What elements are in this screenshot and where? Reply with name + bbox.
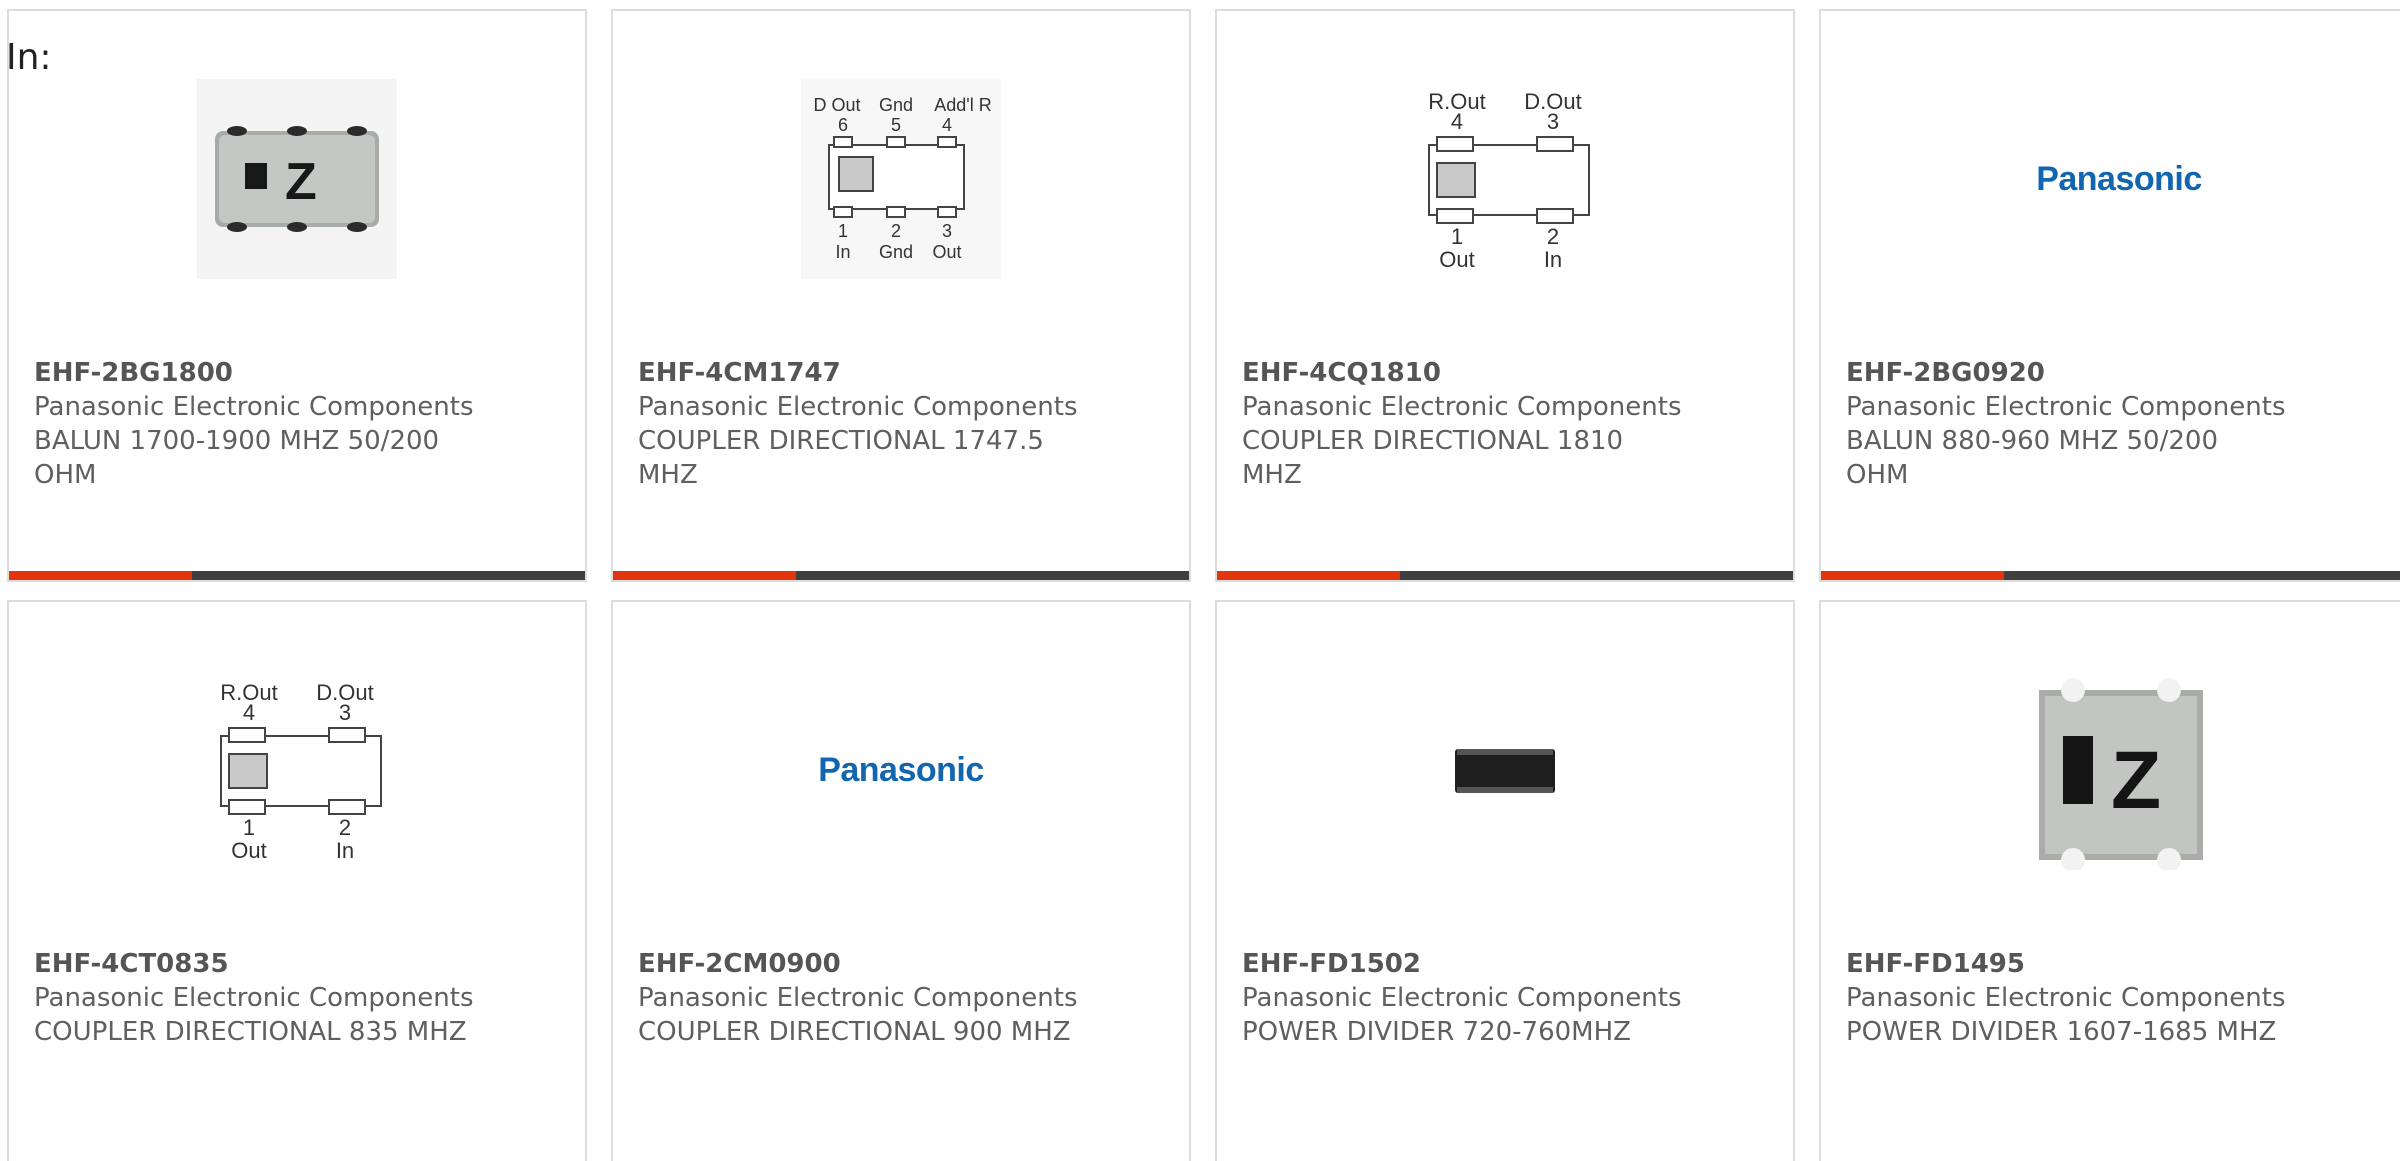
pin-number: 2 <box>339 815 351 840</box>
product-description: POWER DIVIDER 720-760MHZ <box>1242 1017 1631 1047</box>
pinout-diagram-icon: R.Out D.Out 4 3 1 2 Out In <box>1405 79 1605 279</box>
manufacturer-name: Panasonic Electronic Components <box>1242 392 1682 422</box>
product-grid-page: In: Z EHF-2BG1800 Panasonic Electronic C… <box>0 0 2400 1161</box>
pin-number: 4 <box>942 115 952 135</box>
panasonic-logo-icon: Panasonic <box>2036 159 2202 198</box>
product-image-chip[interactable]: Z <box>197 79 397 279</box>
product-info: EHF-2CM0900 Panasonic Electronic Compone… <box>638 947 1078 1049</box>
chip-mark: Z <box>285 153 317 211</box>
part-number-link[interactable]: EHF-FD1495 <box>1846 947 2286 981</box>
product-info: EHF-2BG1800 Panasonic Electronic Compone… <box>34 356 474 492</box>
part-number-link[interactable]: EHF-2CM0900 <box>638 947 1078 981</box>
pin-number: 1 <box>838 221 848 241</box>
pin-number: 2 <box>891 221 901 241</box>
product-card[interactable]: Panasonic EHF-2CM0900 Panasonic Electron… <box>611 600 1191 1161</box>
card-footer-accent <box>613 571 796 580</box>
product-card[interactable]: EHF-FD1502 Panasonic Electronic Componen… <box>1215 600 1795 1161</box>
pin-label: D Out <box>813 95 860 115</box>
product-description: COUPLER DIRECTIONAL 835 MHZ <box>34 1017 467 1047</box>
pin-number: 3 <box>942 221 952 241</box>
manufacturer-name: Panasonic Electronic Components <box>1846 983 2286 1013</box>
part-number-link[interactable]: EHF-FD1502 <box>1242 947 1682 981</box>
pin-number: 3 <box>1547 109 1559 134</box>
pin-number: 3 <box>339 700 351 725</box>
pin-label: Add'l R <box>934 95 991 115</box>
pin-label: Out <box>1439 247 1474 272</box>
product-card[interactable]: R.Out D.Out 4 3 1 2 Out In EHF-4CQ1810 P… <box>1215 9 1795 582</box>
product-image-chip[interactable]: Z <box>2019 670 2219 870</box>
product-description: BALUN 1700-1900 MHZ 50/200 OHM <box>34 426 440 490</box>
manufacturer-name: Panasonic Electronic Components <box>638 983 1078 1013</box>
pin-label: Gnd <box>879 95 913 115</box>
part-number-link[interactable]: EHF-2BG1800 <box>34 356 474 390</box>
product-image-chip[interactable] <box>1405 670 1605 870</box>
pin-label: In <box>1544 247 1562 272</box>
pin-number: 6 <box>838 115 848 135</box>
card-footer-accent <box>1217 571 1400 580</box>
product-description: COUPLER DIRECTIONAL 1747.5 MHZ <box>638 426 1044 490</box>
pin-number: 4 <box>1451 109 1463 134</box>
part-number-link[interactable]: EHF-4CT0835 <box>34 947 474 981</box>
panasonic-logo-icon: Panasonic <box>818 750 984 789</box>
manufacturer-name: Panasonic Electronic Components <box>34 392 474 422</box>
part-number-link[interactable]: EHF-2BG0920 <box>1846 356 2286 390</box>
product-info: EHF-4CM1747 Panasonic Electronic Compone… <box>638 356 1078 492</box>
chip-mark: Z <box>2111 735 2161 826</box>
pin-number: 4 <box>243 700 255 725</box>
part-number-link[interactable]: EHF-4CQ1810 <box>1242 356 1682 390</box>
pin-label: In <box>336 838 354 863</box>
card-footer-accent <box>1821 571 2004 580</box>
pin-label: Gnd <box>879 242 913 262</box>
product-card[interactable]: R.Out D.Out 4 3 1 2 Out In EHF-4CT0835 P… <box>7 600 587 1161</box>
pinout-diagram-icon: R.Out D.Out 4 3 1 2 Out In <box>197 670 397 870</box>
product-info: EHF-2BG0920 Panasonic Electronic Compone… <box>1846 356 2286 492</box>
manufacturer-name: Panasonic Electronic Components <box>34 983 474 1013</box>
pin-number: 5 <box>891 115 901 135</box>
product-info: EHF-4CQ1810 Panasonic Electronic Compone… <box>1242 356 1682 492</box>
product-description: COUPLER DIRECTIONAL 1810 MHZ <box>1242 426 1624 490</box>
manufacturer-name: Panasonic Electronic Components <box>1242 983 1682 1013</box>
product-card[interactable]: Z EHF-FD1495 Panasonic Electronic Compon… <box>1819 600 2400 1161</box>
pin-number: 2 <box>1547 224 1559 249</box>
pin-label: Out <box>932 242 961 262</box>
product-image-pinout[interactable]: D Out Gnd Add'l R 6 5 4 1 2 3 In Gnd Out <box>801 79 1001 279</box>
chip-photo-icon: Z <box>2019 670 2219 870</box>
product-description: BALUN 880-960 MHZ 50/200 OHM <box>1846 426 2218 490</box>
product-image-logo[interactable]: Panasonic <box>2019 79 2219 279</box>
product-description: POWER DIVIDER 1607-1685 MHZ <box>1846 1017 2277 1047</box>
pin-label: In <box>835 242 850 262</box>
chip-photo-icon <box>1405 670 1605 870</box>
manufacturer-name: Panasonic Electronic Components <box>1846 392 2286 422</box>
product-description: COUPLER DIRECTIONAL 900 MHZ <box>638 1017 1071 1047</box>
part-number-link[interactable]: EHF-4CM1747 <box>638 356 1078 390</box>
product-info: EHF-4CT0835 Panasonic Electronic Compone… <box>34 947 474 1049</box>
product-card[interactable]: D Out Gnd Add'l R 6 5 4 1 2 3 In Gnd Out <box>611 9 1191 582</box>
manufacturer-name: Panasonic Electronic Components <box>638 392 1078 422</box>
pinout-diagram-icon: D Out Gnd Add'l R 6 5 4 1 2 3 In Gnd Out <box>801 79 1001 279</box>
card-footer-accent <box>9 571 192 580</box>
product-image-logo[interactable]: Panasonic <box>801 670 1001 870</box>
pin-number: 1 <box>1451 224 1463 249</box>
product-card[interactable]: Z EHF-2BG1800 Panasonic Electronic Compo… <box>7 9 587 582</box>
pin-number: 1 <box>243 815 255 840</box>
pin-label: Out <box>231 838 266 863</box>
product-image-pinout[interactable]: R.Out D.Out 4 3 1 2 Out In <box>197 670 397 870</box>
product-image-pinout[interactable]: R.Out D.Out 4 3 1 2 Out In <box>1405 79 1605 279</box>
product-info: EHF-FD1502 Panasonic Electronic Componen… <box>1242 947 1682 1049</box>
product-info: EHF-FD1495 Panasonic Electronic Componen… <box>1846 947 2286 1049</box>
product-card[interactable]: Panasonic EHF-2BG0920 Panasonic Electron… <box>1819 9 2400 582</box>
chip-photo-icon: Z <box>197 79 397 279</box>
filter-label: In: <box>6 37 52 78</box>
